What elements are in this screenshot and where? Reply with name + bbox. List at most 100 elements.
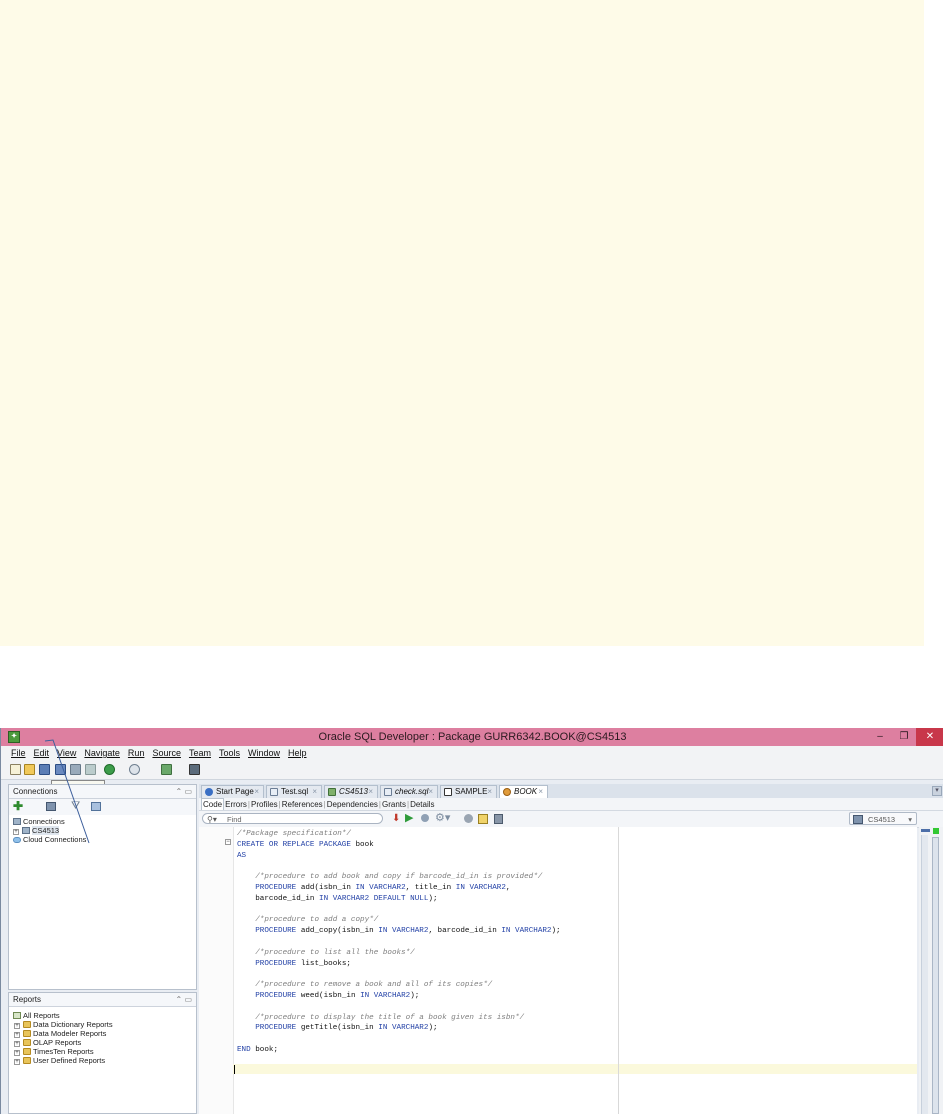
menu-team[interactable]: Team — [185, 746, 215, 758]
code-line[interactable] — [233, 1034, 237, 1044]
code-line[interactable]: PROCEDURE getTitle(isbn_in IN VARCHAR2); — [233, 1023, 437, 1033]
tree-item-data-dictionary-reports[interactable]: + Data Dictionary Reports — [9, 1020, 196, 1029]
keyword-token: CREATE OR REPLACE PACKAGE — [237, 840, 356, 849]
redo-icon[interactable] — [85, 764, 96, 775]
close-tab-icon[interactable]: × — [368, 786, 373, 798]
tree-item-timesten-reports[interactable]: + TimesTen Reports — [9, 1047, 196, 1056]
restore-button[interactable]: ❐ — [893, 728, 915, 746]
menu-run[interactable]: Run — [124, 746, 149, 758]
save-all-icon[interactable] — [55, 764, 66, 775]
vertical-scrollbar[interactable] — [921, 835, 928, 1114]
new-file-icon[interactable] — [10, 764, 21, 775]
code-line[interactable]: PROCEDURE add(isbn_in IN VARCHAR2, title… — [233, 883, 510, 893]
split-handle[interactable] — [921, 829, 930, 832]
code-line[interactable]: PROCEDURE weed(isbn_in IN VARCHAR2); — [233, 991, 419, 1001]
code-line[interactable]: /*Package specification*/ — [233, 829, 351, 839]
tree-item-user-defined-reports[interactable]: + User Defined Reports — [9, 1056, 196, 1065]
save-icon[interactable] — [39, 764, 50, 775]
close-tab-icon[interactable]: × — [428, 786, 433, 798]
code-line[interactable]: /*procedure to list all the books*/ — [233, 948, 415, 958]
find-input[interactable]: ⚲▾ Find — [202, 813, 383, 824]
code-line[interactable] — [233, 905, 237, 915]
code-line[interactable] — [233, 1002, 237, 1012]
menu-view[interactable]: View — [53, 746, 80, 758]
code-token: , — [505, 884, 511, 892]
fold-toggle-icon[interactable]: − — [225, 839, 231, 845]
close-tab-icon[interactable]: × — [254, 786, 259, 798]
compile-for-debug-icon[interactable]: ⬇ — [392, 813, 400, 825]
subtab-grants[interactable]: Grants — [381, 798, 407, 811]
close-tab-icon[interactable]: × — [312, 786, 317, 798]
minimize-button[interactable]: – — [869, 728, 891, 746]
subtab-errors[interactable]: Errors — [224, 798, 248, 811]
vertical-scrollbar-thumb[interactable] — [932, 837, 939, 1114]
code-editor[interactable]: − /*Package specification*/ CREATE OR REP… — [199, 827, 917, 1114]
tab-test-sql[interactable]: Test.sql × — [266, 785, 322, 798]
subtab-details[interactable]: Details — [409, 798, 435, 811]
profile-icon[interactable] — [464, 814, 473, 823]
menu-edit[interactable]: Edit — [30, 746, 54, 758]
tab-sample[interactable]: SAMPLE × — [440, 785, 497, 798]
panel-minimize-icon[interactable]: ⌃ ▭ — [176, 993, 192, 1006]
tree-item-cs4513[interactable]: + CS4513 — [9, 826, 196, 835]
open-folder-icon[interactable] — [24, 764, 35, 775]
bookmark-icon[interactable] — [494, 814, 503, 824]
add-connection-icon[interactable]: ✚ — [13, 800, 23, 813]
back-icon[interactable] — [129, 764, 140, 775]
object-subtabs: Code Errors|Profiles|References|Dependenc… — [199, 798, 943, 811]
binoculars-icon[interactable] — [189, 764, 200, 775]
menu-help[interactable]: Help — [284, 746, 311, 758]
filter-icon[interactable]: ⛛ — [71, 799, 80, 813]
edit-icon[interactable] — [478, 814, 488, 824]
schema-browser-icon[interactable] — [46, 802, 56, 811]
comment-token: /*procedure to add a copy*/ — [237, 916, 379, 925]
menu-source[interactable]: Source — [148, 746, 185, 758]
code-line[interactable]: PROCEDURE add_copy(isbn_in IN VARCHAR2, … — [233, 926, 561, 936]
tab-check-sql[interactable]: check.sql × — [380, 785, 438, 798]
code-token: ); — [551, 927, 561, 936]
subtab-references[interactable]: References — [281, 798, 324, 811]
sql-worksheet-icon[interactable] — [161, 764, 172, 775]
code-line[interactable]: /*procedure to add book and copy if barc… — [233, 872, 542, 882]
close-tab-icon[interactable]: × — [487, 786, 492, 798]
subtab-dependencies[interactable]: Dependencies — [326, 798, 379, 811]
refresh-icon[interactable] — [104, 764, 115, 775]
tree-item-cloud-connections[interactable]: Cloud Connections — [9, 835, 196, 844]
folder-icon — [23, 1030, 31, 1037]
close-button[interactable]: ✕ — [916, 728, 943, 746]
code-line[interactable]: barcode_id_in IN VARCHAR2 DEFAULT NULL); — [233, 894, 437, 904]
subtab-profiles[interactable]: Profiles — [250, 798, 279, 811]
tree-item-data-modeler-reports[interactable]: + Data Modeler Reports — [9, 1029, 196, 1038]
code-line[interactable]: AS — [233, 851, 246, 861]
tab-start-page[interactable]: Start Page × — [201, 785, 264, 798]
compile-icon[interactable]: ⚙▾ — [435, 812, 450, 825]
code-line[interactable] — [233, 937, 237, 947]
undo-icon[interactable] — [70, 764, 81, 775]
run-icon[interactable]: ▶ — [405, 812, 413, 825]
code-line[interactable]: PROCEDURE list_books; — [233, 959, 351, 969]
code-line[interactable]: /*procedure to add a copy*/ — [233, 915, 378, 925]
expand-icon[interactable]: + — [14, 1059, 20, 1065]
menu-window[interactable]: Window — [244, 746, 284, 758]
connection-selector[interactable]: CS4513 ▾ — [849, 812, 917, 825]
code-line[interactable]: CREATE OR REPLACE PACKAGE book — [233, 840, 374, 850]
tree-item-olap-reports[interactable]: + OLAP Reports — [9, 1038, 196, 1047]
close-tab-icon[interactable]: × — [538, 786, 543, 798]
panel-minimize-icon[interactable]: ⌃ ▭ — [176, 785, 192, 798]
tab-list-dropdown-icon[interactable]: ▾ — [932, 786, 942, 796]
tree-item-connections[interactable]: Connections — [9, 817, 196, 826]
tab-cs4513[interactable]: CS4513 × — [324, 785, 378, 798]
import-icon[interactable] — [91, 802, 101, 811]
code-line[interactable]: END book; — [233, 1045, 278, 1055]
debug-icon[interactable] — [421, 814, 429, 822]
code-line[interactable]: /*procedure to display the title of a bo… — [233, 1013, 524, 1023]
menu-navigate[interactable]: Navigate — [80, 746, 124, 758]
tree-item-all-reports[interactable]: All Reports — [9, 1011, 196, 1020]
tab-book[interactable]: BOOK × — [499, 785, 548, 798]
code-line[interactable] — [233, 969, 237, 979]
subtab-code[interactable]: Code — [201, 798, 225, 810]
code-line[interactable]: /*procedure to remove a book and all of … — [233, 980, 492, 990]
menu-file[interactable]: File — [7, 746, 30, 758]
code-line[interactable] — [233, 861, 237, 871]
menu-tools[interactable]: Tools — [215, 746, 244, 758]
